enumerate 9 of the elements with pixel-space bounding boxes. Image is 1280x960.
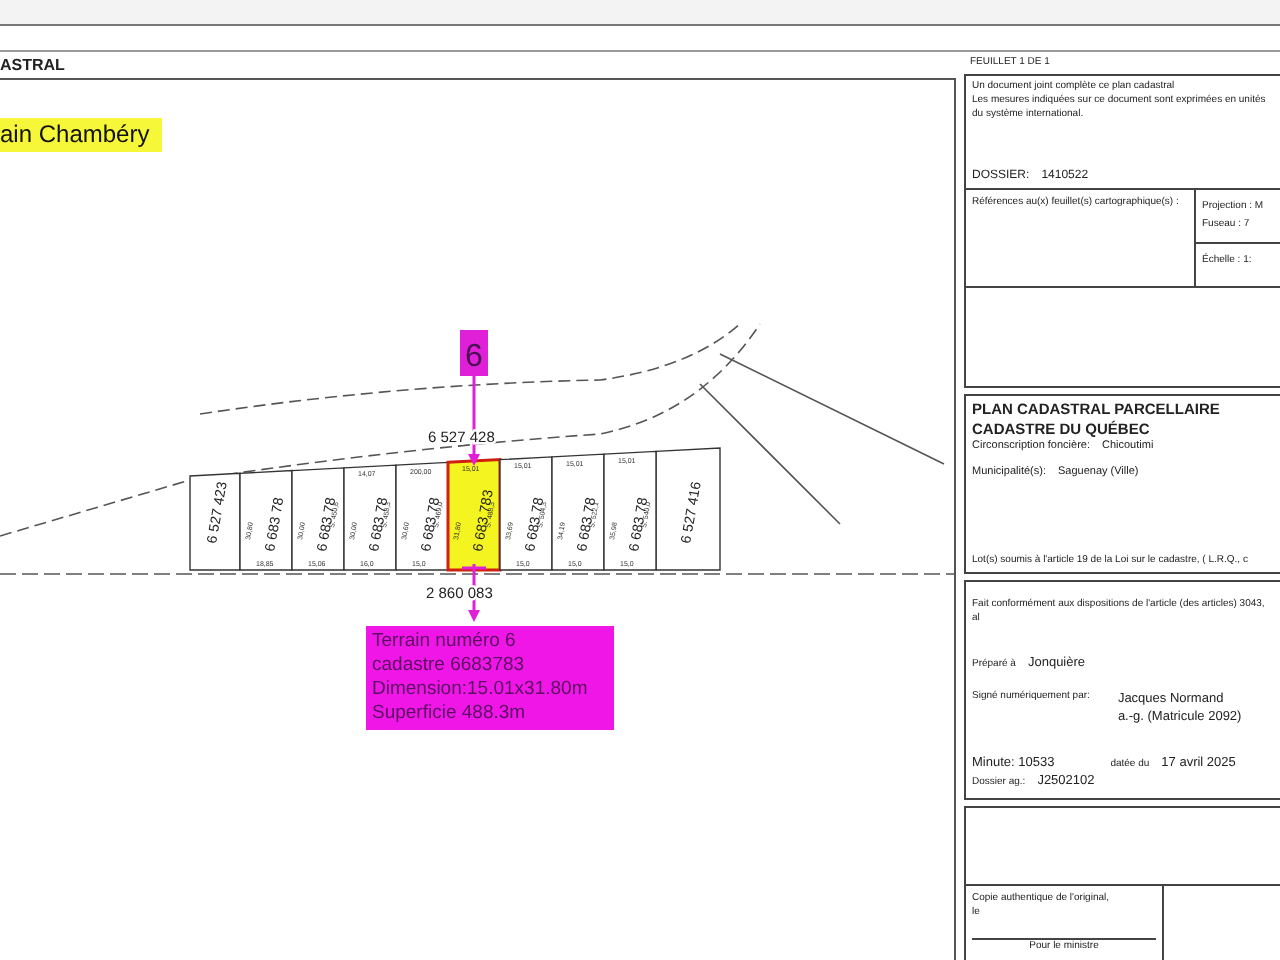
lot-parcel — [655, 447, 721, 571]
info-line: Terrain numéro 6 — [372, 630, 518, 654]
info-line: cadastre 6683783 — [372, 654, 527, 678]
info-line: Dimension:15.01x31.80m — [372, 678, 590, 702]
marker-label: 6 — [460, 330, 488, 376]
info-line: Superficie 488.3m — [372, 702, 528, 726]
plan-header-title: ASTRAL — [0, 56, 65, 74]
project-label: ain Chambéry — [0, 118, 162, 152]
lot-parcel — [189, 472, 241, 571]
